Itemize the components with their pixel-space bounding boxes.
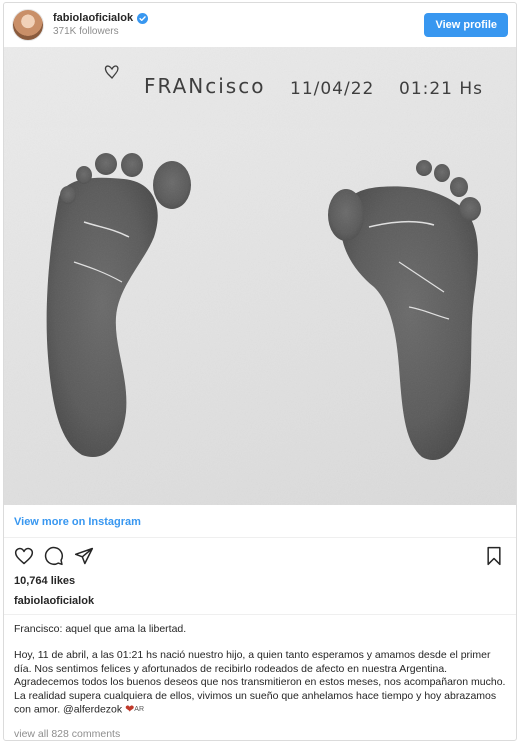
footprints-photo: FRANcisco 11/04/22 01:21 Hs — [4, 47, 516, 505]
share-icon — [74, 547, 94, 565]
poster-username[interactable]: fabiolaoficialok — [14, 595, 94, 607]
flag-emoji: AR — [134, 706, 145, 714]
view-all-comments-link[interactable]: view all 828 comments — [14, 728, 120, 740]
caption-body: Hoy, 11 de abril, a las 01:21 hs nació n… — [14, 649, 506, 717]
username-row: fabiolaoficialok — [53, 12, 424, 26]
view-profile-button[interactable]: View profile — [424, 13, 508, 37]
instagram-embed-card: fabiolaoficialok 371K followers View pro… — [3, 2, 517, 741]
divider — [4, 614, 516, 615]
divider — [4, 537, 516, 538]
profile-info: fabiolaoficialok 371K followers — [53, 12, 424, 38]
save-button[interactable] — [484, 546, 504, 566]
heart-icon — [14, 547, 34, 565]
followers-count: 371K followers — [53, 25, 119, 37]
view-more-link[interactable]: View more on Instagram — [14, 516, 141, 528]
share-button[interactable] — [74, 546, 94, 566]
heart-emoji-icon: ❤ — [125, 703, 135, 716]
comment-icon — [44, 546, 63, 566]
mention-link[interactable]: @alferdezok — [63, 704, 122, 716]
avatar[interactable] — [12, 9, 44, 41]
post-image[interactable]: FRANcisco 11/04/22 01:21 Hs — [4, 47, 516, 505]
bookmark-icon — [487, 546, 501, 566]
action-bar — [14, 546, 94, 566]
post-header: fabiolaoficialok 371K followers View pro… — [4, 3, 516, 47]
comment-button[interactable] — [44, 546, 64, 566]
username[interactable]: fabiolaoficialok — [53, 12, 133, 26]
like-button[interactable] — [14, 546, 34, 566]
caption: Francisco: aquel que ama la libertad. Ho… — [14, 623, 506, 717]
caption-line: Francisco: aquel que ama la libertad. — [14, 623, 187, 635]
verified-badge-icon — [137, 13, 149, 25]
likes-count[interactable]: 10,764 likes — [14, 575, 75, 587]
